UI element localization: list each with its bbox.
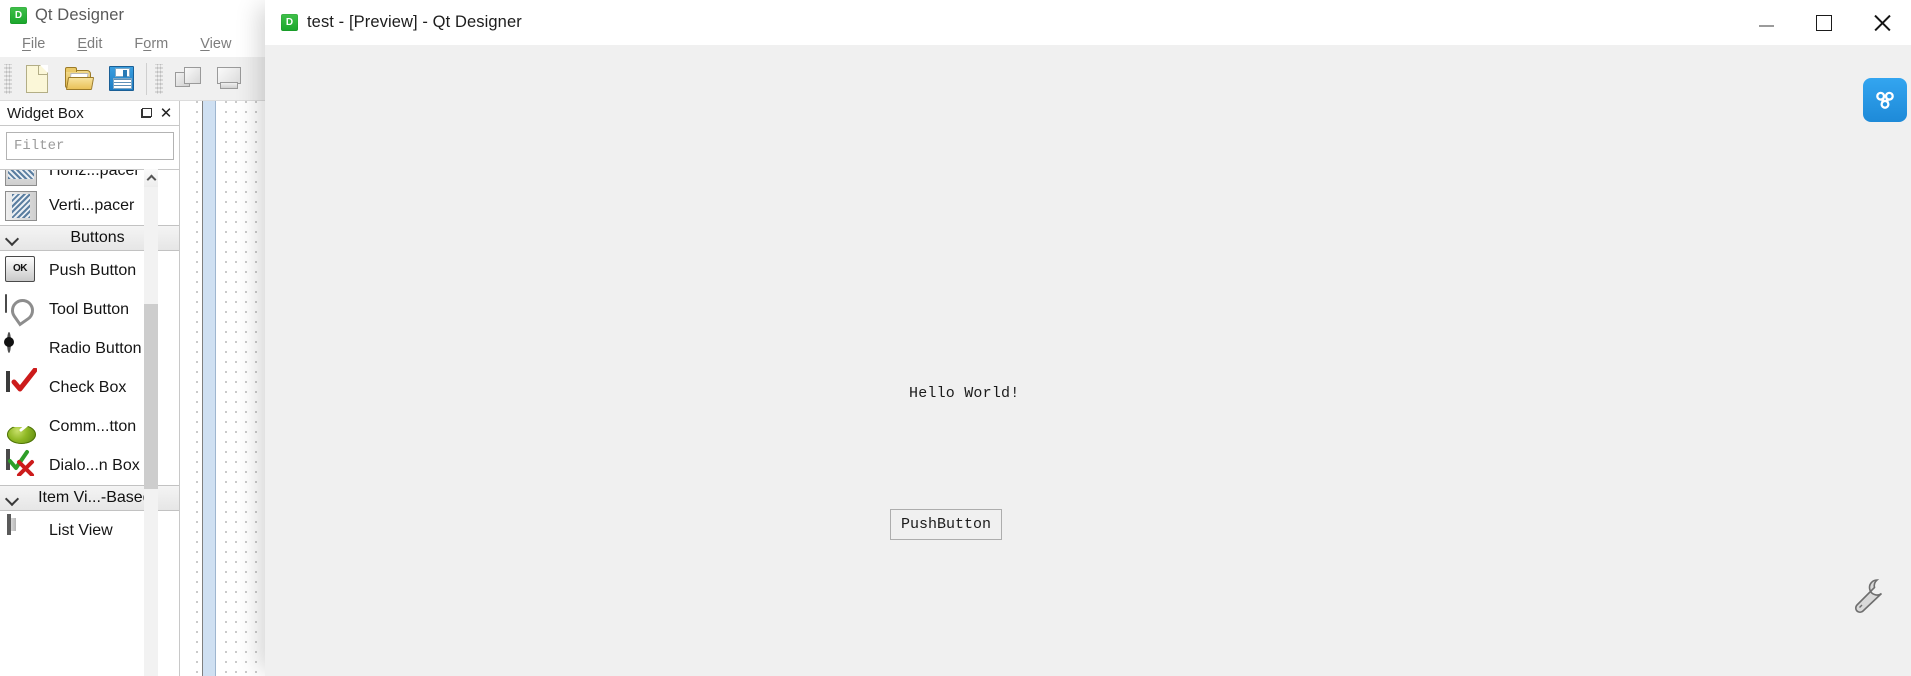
radio-button-icon [5, 331, 37, 364]
widget-label: Comm...tton [49, 417, 137, 435]
push-button-icon: OK [5, 255, 37, 286]
save-form-button[interactable] [100, 59, 142, 99]
widget-box-undock-button[interactable] [136, 103, 156, 123]
widget-label: List View [49, 521, 113, 539]
push-button[interactable]: PushButton [890, 509, 1002, 540]
widget-box-title: Widget Box [7, 104, 84, 122]
wrench-glyph [1854, 579, 1883, 614]
menu-file[interactable]: File [6, 33, 61, 55]
toolbar-grip-2[interactable] [155, 63, 163, 94]
widget-label: Dialo...n Box [49, 456, 140, 474]
minimize-icon [1758, 25, 1774, 27]
maximize-button[interactable] [1795, 0, 1853, 45]
toolbar-separator [146, 62, 147, 95]
preview-window: D test - [Preview] - Qt Designer Hello W… [265, 0, 1911, 676]
tool-button-icon [5, 293, 37, 325]
screen-root: D Qt Designer File Edit Form View Widget… [0, 0, 1911, 676]
widget-box-dock: Widget Box ✕ Filter Horiz...pacer Verti.… [0, 101, 180, 676]
arrow-right-glyph [12, 419, 28, 431]
widget-label: Push Button [49, 261, 137, 279]
red-check-glyph [11, 367, 37, 391]
minimize-button[interactable] [1737, 0, 1795, 45]
horizontal-spacer-icon [5, 170, 37, 186]
scrollbar-up-button[interactable] [144, 169, 158, 187]
designer-window-title: Qt Designer [35, 5, 125, 24]
preview-window-controls [1737, 0, 1911, 45]
toolbar-grip[interactable] [4, 63, 12, 94]
preview-window-title: test - [Preview] - Qt Designer [307, 13, 522, 31]
layout-horizontal-icon [175, 67, 201, 90]
widget-label: Tool Button [49, 300, 130, 318]
widget-label: Horiz...pacer [49, 169, 140, 179]
widget-label: Verti...pacer [49, 196, 135, 214]
new-document-icon [26, 64, 48, 93]
scrollbar-thumb[interactable] [144, 304, 158, 489]
list-view-icon [5, 513, 37, 546]
vertical-spacer-icon [5, 190, 37, 221]
save-floppy-icon [108, 66, 134, 91]
menu-view[interactable]: View [184, 33, 247, 55]
property-editor-badge-icon[interactable] [1863, 78, 1907, 122]
widget-label: Radio Button [49, 339, 142, 357]
layout-vertical-icon [217, 67, 243, 90]
wrench-icon[interactable] [1845, 572, 1889, 616]
widget-box-header: Widget Box ✕ [0, 101, 180, 126]
layout-horizontally-button[interactable] [167, 59, 209, 99]
chevron-up-icon [146, 174, 156, 185]
open-form-button[interactable] [58, 59, 100, 99]
hello-world-label: Hello World! [909, 385, 1020, 402]
form-grid-right [217, 101, 268, 676]
menu-edit-rest: dit [87, 35, 103, 52]
layout-vertically-button[interactable] [209, 59, 251, 99]
form-editor-area[interactable] [188, 101, 268, 676]
qt-designer-icon: D [281, 14, 298, 31]
widget-box-close-button[interactable]: ✕ [156, 103, 176, 123]
widget-label: Check Box [49, 378, 127, 396]
menu-view-rest: iew [209, 35, 232, 52]
qt-designer-icon: D [10, 6, 27, 24]
close-icon [1873, 13, 1892, 32]
widget-box-scrollbar[interactable] [144, 169, 158, 676]
undock-icon [140, 108, 152, 118]
maximize-icon [1816, 14, 1832, 31]
close-icon: ✕ [159, 104, 173, 122]
form-grid-left [188, 101, 202, 676]
preview-titlebar[interactable]: D test - [Preview] - Qt Designer [265, 0, 1911, 45]
menu-form-rest: rm [151, 35, 169, 52]
open-folder-icon [65, 66, 95, 91]
filter-placeholder: Filter [14, 138, 65, 154]
chevron-down-icon [6, 492, 19, 505]
form-ruler [202, 101, 216, 676]
widget-box-filter-input[interactable]: Filter [6, 132, 174, 160]
badge-glyph [1876, 91, 1894, 109]
menu-form[interactable]: Form [118, 33, 184, 55]
widget-box-edge [179, 101, 180, 676]
command-link-button-icon [5, 412, 37, 444]
preview-content-area: Hello World! PushButton https://blog.csd… [265, 45, 1911, 676]
menu-file-rest: ile [30, 35, 46, 52]
check-and-cross-glyph [8, 449, 34, 476]
check-box-icon [5, 367, 37, 403]
dialog-button-box-icon [5, 448, 37, 481]
chevron-down-icon [6, 232, 19, 245]
new-form-button[interactable] [16, 59, 58, 99]
menu-edit[interactable]: Edit [61, 33, 118, 55]
close-button[interactable] [1853, 0, 1911, 45]
